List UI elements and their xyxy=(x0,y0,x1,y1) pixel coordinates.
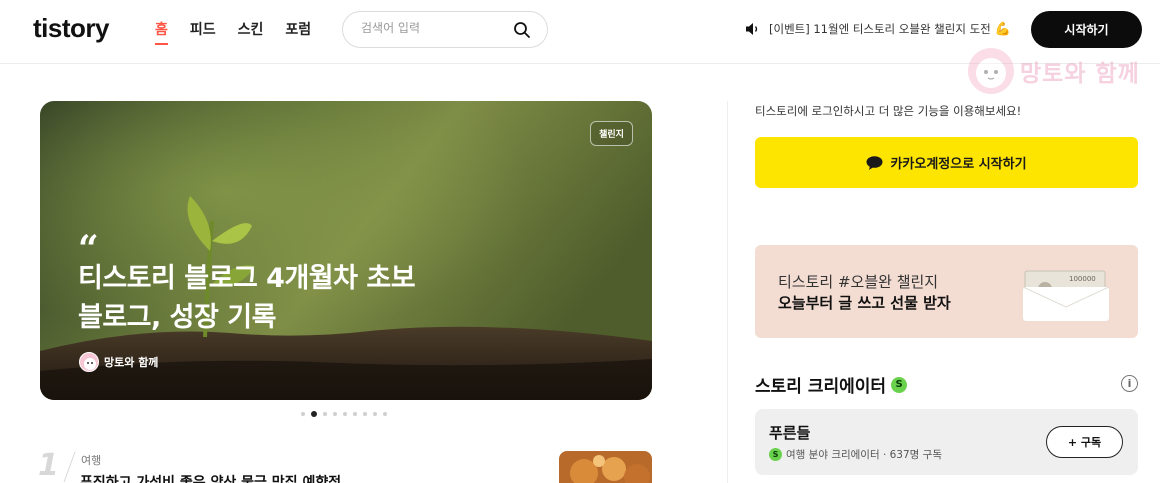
kakao-login-label: 카카오계정으로 시작하기 xyxy=(890,157,1027,172)
carousel-dot[interactable] xyxy=(323,412,327,416)
bill-amount: 100000 xyxy=(1069,275,1096,283)
hero-author[interactable]: 망토와 함께 xyxy=(79,352,158,372)
nav-item-forum[interactable]: 포럼 xyxy=(285,19,311,45)
hero-banner[interactable]: 챌린지 “ 티스토리 블로그 4개월차 초보 블로그, 성장 기록 망토와 함께 xyxy=(40,101,652,400)
kakao-login-button[interactable]: 카카오계정으로 시작하기 xyxy=(755,137,1138,188)
watermark: 망토와 함께 xyxy=(968,48,1140,94)
nav-item-feed[interactable]: 피드 xyxy=(190,19,216,45)
search-box xyxy=(342,11,548,48)
creator-card[interactable]: 푸른들 S 여행 분야 크리에이터 · 637명 구독 + 구독 xyxy=(755,409,1138,475)
rank-title[interactable]: 푸짐하고 가성비 좋은 양산 물금 맛집 예향정 xyxy=(80,472,341,483)
flexed-arm-icon: 💪 xyxy=(994,21,1011,37)
info-icon[interactable]: i xyxy=(1121,375,1138,392)
money-envelope-icon: 100000 xyxy=(1023,270,1109,321)
watermark-text: 망토와 함께 xyxy=(1020,61,1140,87)
author-avatar xyxy=(79,352,99,372)
carousel-dot[interactable] xyxy=(333,412,337,416)
column-divider xyxy=(727,101,728,483)
challenge-badge: 챌린지 xyxy=(590,121,633,146)
creator-badge-icon: S xyxy=(891,376,908,393)
login-prompt: 티스토리에 로그인하시고 더 많은 기능을 이용해보세요! xyxy=(755,104,1022,118)
creators-title-text: 스토리 크리에이터 xyxy=(755,377,887,397)
author-name: 망토와 함께 xyxy=(104,356,159,369)
search-icon[interactable] xyxy=(513,21,531,39)
carousel-dot[interactable] xyxy=(343,412,347,416)
carousel-dot[interactable] xyxy=(311,411,317,417)
nav-item-skin[interactable]: 스킨 xyxy=(238,19,264,45)
speaker-icon xyxy=(746,23,758,35)
carousel-dot[interactable] xyxy=(383,412,387,416)
start-button[interactable]: 시작하기 xyxy=(1031,11,1142,48)
banner-subtitle: 티스토리 #오블완 챌린지 xyxy=(778,273,939,291)
carousel-dot[interactable] xyxy=(353,412,357,416)
creator-badge-icon: S xyxy=(769,448,782,461)
rank-category: 여행 xyxy=(81,454,102,467)
event-notice[interactable]: [이벤트] 11월엔 티스토리 오블완 챌린지 도전 💪 xyxy=(745,21,1011,37)
chat-bubble-icon xyxy=(866,155,883,170)
rank-thumbnail[interactable] xyxy=(559,451,652,483)
creator-name[interactable]: 푸른들 xyxy=(769,422,810,443)
main-nav: 홈 피드 스킨 포럼 xyxy=(155,19,333,45)
hero-title[interactable]: 티스토리 블로그 4개월차 초보 블로그, 성장 기록 xyxy=(78,259,418,337)
tistory-logo[interactable]: tistory xyxy=(33,13,109,44)
creator-meta: S 여행 분야 크리에이터 · 637명 구독 xyxy=(769,447,942,462)
carousel-dot[interactable] xyxy=(363,412,367,416)
subscribe-button[interactable]: + 구독 xyxy=(1046,426,1123,458)
creator-meta-text: 여행 분야 크리에이터 · 637명 구독 xyxy=(786,449,942,461)
carousel-dot[interactable] xyxy=(301,412,305,416)
banner-title: 오늘부터 글 쓰고 선물 받자 xyxy=(778,294,951,312)
notice-text: [이벤트] 11월엔 티스토리 오블완 챌린지 도전 xyxy=(769,22,991,36)
challenge-banner[interactable]: 티스토리 #오블완 챌린지 오늘부터 글 쓰고 선물 받자 100000 xyxy=(755,245,1138,338)
carousel-dot[interactable] xyxy=(373,412,377,416)
creators-section-title: 스토리 크리에이터 S xyxy=(755,372,908,397)
carousel-dots xyxy=(301,411,387,417)
mascot-avatar xyxy=(968,48,1014,94)
search-input[interactable] xyxy=(361,21,511,35)
nav-item-home[interactable]: 홈 xyxy=(155,19,168,45)
